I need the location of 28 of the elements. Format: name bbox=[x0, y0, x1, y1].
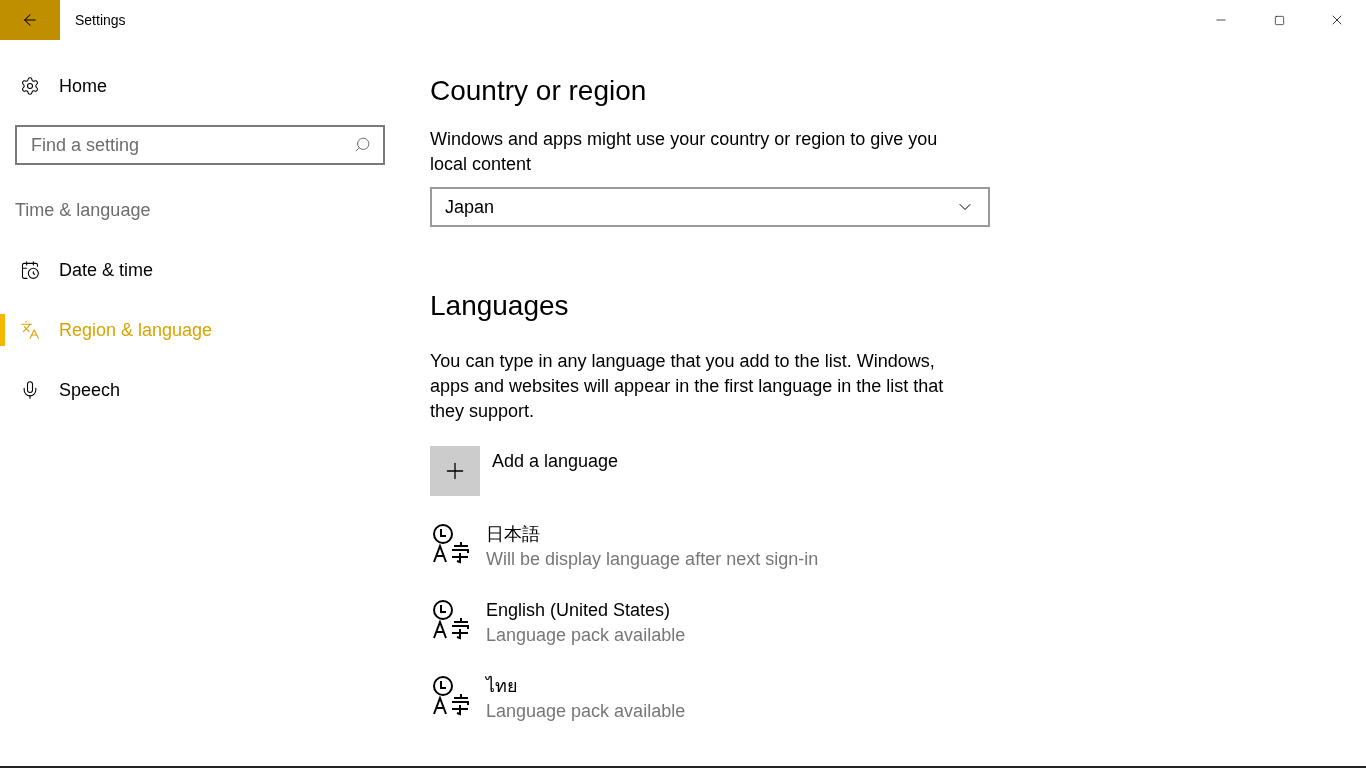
language-icon bbox=[20, 320, 40, 340]
language-status: Language pack available bbox=[486, 624, 686, 647]
language-status: Will be display language after next sign-in bbox=[486, 548, 819, 571]
language-name[interactable]: 日本語 bbox=[486, 522, 819, 547]
back-button[interactable] bbox=[0, 0, 60, 40]
gear-icon bbox=[20, 76, 40, 96]
add-language-button[interactable] bbox=[430, 446, 480, 496]
nav-item[interactable]: Date & time bbox=[20, 256, 154, 284]
section-heading: Country or region bbox=[430, 74, 648, 108]
window-title: Settings bbox=[75, 10, 126, 30]
language-name[interactable]: ไทย bbox=[486, 674, 686, 699]
search-icon bbox=[354, 136, 371, 153]
description-text: You can type in any language that you add to the list. Windows, apps and websites will appear in the first language in the list that they support. bbox=[430, 350, 945, 423]
calendar-clock-icon bbox=[20, 260, 40, 280]
language-clock-icon bbox=[430, 522, 472, 564]
add-language-link[interactable]: Add a language bbox=[492, 448, 619, 475]
section-heading: Time & language bbox=[15, 199, 152, 222]
language-clock-icon bbox=[430, 598, 472, 640]
restore-icon bbox=[1273, 14, 1285, 26]
language-status: Language pack available bbox=[486, 700, 686, 723]
language-clock-icon bbox=[430, 674, 472, 716]
language-name[interactable]: English (United States) bbox=[486, 598, 686, 623]
search-field[interactable]: Find a setting bbox=[15, 125, 385, 165]
nav-item[interactable]: Speech bbox=[20, 376, 121, 404]
home-nav-item[interactable]: Home bbox=[0, 66, 400, 106]
section-heading: Languages bbox=[430, 289, 570, 323]
description-text: Windows and apps might use your country or region to give you local content bbox=[430, 128, 939, 176]
country-dropdown[interactable]: Japan bbox=[430, 187, 990, 227]
